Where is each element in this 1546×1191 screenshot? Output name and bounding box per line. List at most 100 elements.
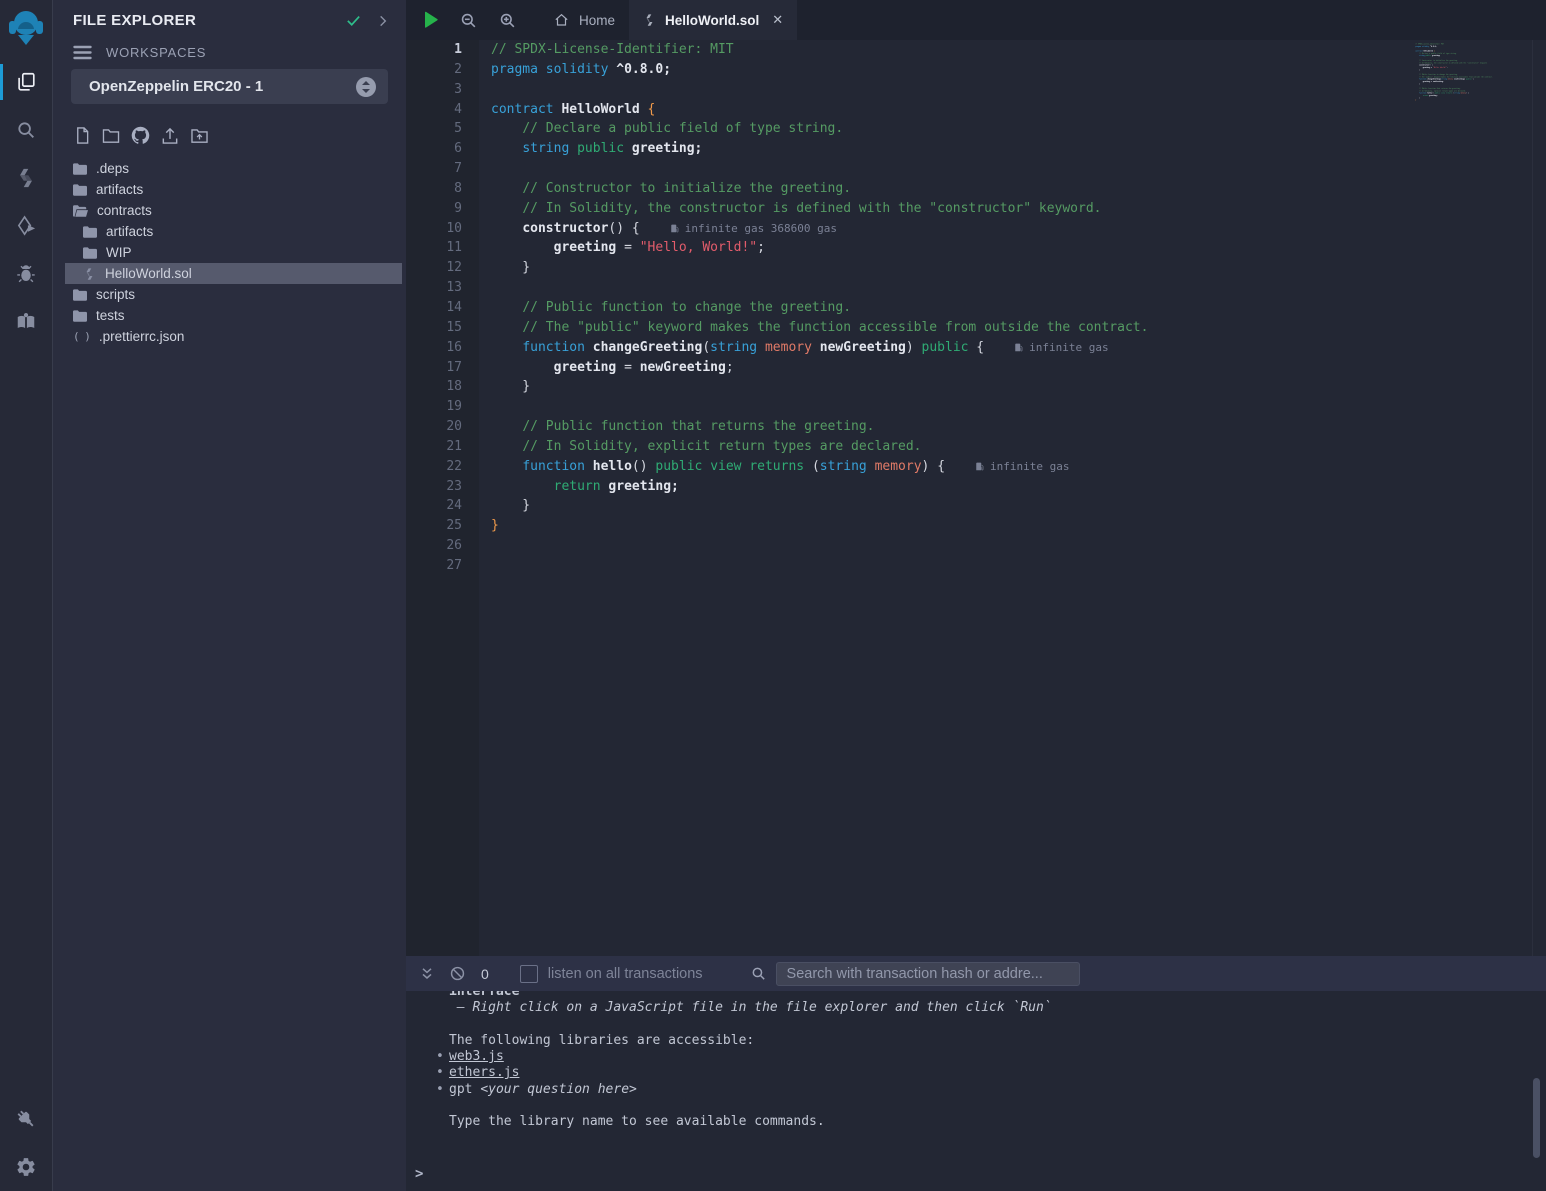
sidebar-item-settings[interactable] bbox=[0, 1143, 52, 1191]
tree-item-scripts[interactable]: scripts bbox=[65, 284, 402, 305]
tree-item-artifacts[interactable]: artifacts bbox=[65, 179, 402, 200]
main-area: Home HelloWorld.sol ✕ 1// SPDX-License-I… bbox=[406, 0, 1546, 1191]
code-line: 10 constructor() {infinite gas 368600 ga… bbox=[406, 219, 1546, 239]
line-number: 11 bbox=[406, 238, 479, 258]
tree-item-artifacts-nested[interactable]: artifacts bbox=[65, 221, 402, 242]
editor-scrollbar[interactable] bbox=[1532, 40, 1546, 956]
folder-icon bbox=[83, 226, 97, 238]
remix-logo[interactable] bbox=[0, 0, 52, 58]
code-line: 7 bbox=[406, 159, 1546, 179]
upload-file-icon[interactable] bbox=[160, 126, 180, 146]
code-line: 15 // The "public" keyword makes the fun… bbox=[406, 318, 1546, 338]
tree-item-label: HelloWorld.sol bbox=[105, 266, 192, 281]
sidebar-item-solidity-compiler[interactable] bbox=[0, 154, 52, 202]
tree-item-deps[interactable]: .deps bbox=[65, 158, 402, 179]
zoom-in-icon[interactable] bbox=[498, 11, 517, 30]
line-number: 5 bbox=[406, 119, 479, 139]
panel-title: FILE EXPLORER bbox=[73, 12, 345, 29]
hamburger-menu-icon[interactable] bbox=[73, 45, 92, 60]
tree-item-prettierrc-json[interactable]: ( ) .prettierrc.json bbox=[65, 326, 402, 347]
sidebar-item-learneth[interactable] bbox=[0, 298, 52, 346]
code-editor[interactable]: 1// SPDX-License-Identifier: MIT2pragma … bbox=[406, 40, 1546, 956]
line-number: 10 bbox=[406, 219, 479, 239]
gas-estimate-badge: infinite gas bbox=[1014, 338, 1108, 358]
minimap-content: // SPDX-License-Identifier: MITpragma so… bbox=[1413, 43, 1511, 106]
tree-item-label: WIP bbox=[106, 245, 132, 260]
zoom-out-icon[interactable] bbox=[459, 11, 478, 30]
workspace-sort-icon[interactable] bbox=[356, 77, 376, 97]
code-line: 2pragma solidity ^0.8.0; bbox=[406, 60, 1546, 80]
close-tab-icon[interactable]: ✕ bbox=[772, 12, 783, 28]
code-line: 4contract HelloWorld { bbox=[406, 100, 1546, 120]
tree-item-label: contracts bbox=[97, 203, 152, 218]
open-book-icon bbox=[15, 311, 37, 333]
github-icon[interactable] bbox=[130, 125, 151, 146]
chevron-right-icon[interactable] bbox=[376, 14, 390, 28]
terminal-line: Type the library name to see available c… bbox=[449, 1114, 1546, 1130]
line-number: 15 bbox=[406, 318, 479, 338]
terminal-list-item: gpt <your question here> bbox=[449, 1082, 1546, 1098]
code-line: 17 greeting = newGreeting; bbox=[406, 358, 1546, 378]
new-file-icon[interactable] bbox=[73, 126, 92, 145]
bug-icon bbox=[15, 263, 37, 285]
tab-home[interactable]: Home bbox=[539, 0, 629, 40]
json-file-icon: ( ) bbox=[73, 330, 90, 343]
code-line: 6 string public greeting; bbox=[406, 139, 1546, 159]
plug-icon bbox=[15, 1108, 37, 1130]
tree-item-label: .prettierrc.json bbox=[99, 329, 185, 344]
sidebar-item-plugin-manager[interactable] bbox=[0, 1095, 52, 1143]
sidebar-item-debugger[interactable] bbox=[0, 250, 52, 298]
listen-transactions-checkbox[interactable] bbox=[520, 965, 538, 983]
folder-icon bbox=[83, 247, 97, 259]
tab-file-label: HelloWorld.sol bbox=[665, 13, 759, 28]
tree-item-tests[interactable]: tests bbox=[65, 305, 402, 326]
solidity-icon bbox=[15, 167, 37, 189]
workspace-select[interactable]: OpenZeppelin ERC20 - 1 bbox=[71, 69, 388, 104]
gas-estimate-badge: infinite gas 368600 gas bbox=[670, 219, 837, 239]
sidebar-item-search[interactable] bbox=[0, 106, 52, 154]
line-number: 25 bbox=[406, 516, 479, 536]
line-number: 21 bbox=[406, 437, 479, 457]
code-line: 24 } bbox=[406, 496, 1546, 516]
terminal-line: The following libraries are accessible: bbox=[449, 1033, 1546, 1049]
sidebar-item-file-explorer[interactable] bbox=[0, 58, 52, 106]
upload-folder-icon[interactable] bbox=[189, 126, 210, 145]
line-number: 3 bbox=[406, 80, 479, 100]
expand-terminal-icon[interactable] bbox=[419, 966, 435, 982]
line-number: 12 bbox=[406, 258, 479, 278]
sidebar-item-deploy-run[interactable] bbox=[0, 202, 52, 250]
tree-item-label: .deps bbox=[96, 161, 129, 176]
editor-minimap[interactable]: // SPDX-License-Identifier: MITpragma so… bbox=[1413, 43, 1533, 923]
line-number: 9 bbox=[406, 199, 479, 219]
tab-helloworld-sol[interactable]: HelloWorld.sol ✕ bbox=[629, 0, 797, 40]
terminal-list-item[interactable]: web3.js bbox=[449, 1049, 1546, 1065]
line-number: 8 bbox=[406, 179, 479, 199]
code-line: 9 // In Solidity, the constructor is def… bbox=[406, 199, 1546, 219]
terminal-search-input[interactable] bbox=[776, 962, 1080, 986]
tree-item-helloworld-sol[interactable]: HelloWorld.sol bbox=[65, 263, 402, 284]
terminal-output[interactable]: interface – Right click on a JavaScript … bbox=[406, 991, 1546, 1191]
tree-item-contracts[interactable]: contracts bbox=[65, 200, 402, 221]
terminal-line bbox=[449, 1017, 1546, 1033]
folder-icon bbox=[73, 289, 87, 301]
code-line: 13 bbox=[406, 278, 1546, 298]
line-number: 19 bbox=[406, 397, 479, 417]
new-folder-icon[interactable] bbox=[101, 126, 121, 145]
run-button[interactable] bbox=[423, 11, 439, 29]
code-line: 19 bbox=[406, 397, 1546, 417]
terminal-scrollbar-thumb[interactable] bbox=[1533, 1078, 1540, 1158]
code-line: 14 // Public function to change the gree… bbox=[406, 298, 1546, 318]
solidity-file-icon bbox=[643, 13, 656, 27]
terminal-prompt[interactable]: > bbox=[415, 1166, 423, 1182]
line-number: 26 bbox=[406, 536, 479, 556]
home-icon bbox=[553, 12, 570, 28]
clear-console-icon[interactable] bbox=[449, 965, 466, 982]
tree-item-wip[interactable]: WIP bbox=[65, 242, 402, 263]
terminal-list-item[interactable]: ethers.js bbox=[449, 1065, 1546, 1081]
file-explorer-icon bbox=[15, 71, 37, 93]
code-line: 16 function changeGreeting(string memory… bbox=[406, 338, 1546, 358]
search-icon bbox=[15, 119, 37, 141]
code-line: 3 bbox=[406, 80, 1546, 100]
code-line: 23 return greeting; bbox=[406, 477, 1546, 497]
code-line: 12 } bbox=[406, 258, 1546, 278]
